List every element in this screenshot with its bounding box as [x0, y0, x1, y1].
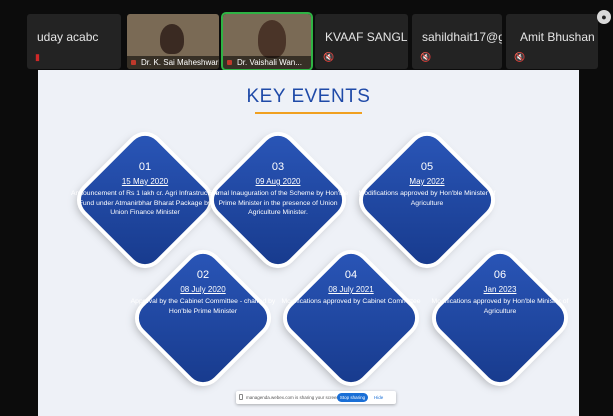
event-date: May 2022: [409, 177, 445, 186]
participant-name: Amit Bhushan: [520, 30, 595, 44]
event-number: 04: [344, 269, 358, 281]
participant-strip: uday acabc ▮ Dr. K. Sai Maheshwari Dr. V…: [0, 0, 613, 71]
muted-mic-icon: [227, 60, 232, 65]
event-05: 05 May 2022 Modifications approved by Ho…: [352, 161, 502, 208]
participant-video-vaishali[interactable]: Dr. Vaishali Wan...: [221, 12, 313, 71]
event-04: 04 08 July 2021 Modifications approved b…: [276, 269, 426, 307]
participant-video-sai-maheshwari[interactable]: Dr. K. Sai Maheshwari: [127, 14, 219, 69]
event-description: Modifications approved by Hon'ble Minist…: [358, 190, 496, 207]
event-06: 06 Jan 2023 Modifications approved by Ho…: [425, 269, 575, 316]
event-description: Approval by the Cabinet Committee - chai…: [130, 298, 276, 315]
event-date: 15 May 2020: [121, 177, 169, 186]
speaker-off-icon: 🔇: [420, 52, 432, 62]
screen-share-icon: [239, 394, 243, 400]
event-date: 08 July 2021: [328, 285, 374, 294]
event-description: Formal Inauguration of the Scheme by Hon…: [207, 190, 349, 216]
event-date: Jan 2023: [483, 285, 517, 294]
participant-tile-kvaaf[interactable]: KVAAF SANGLI ... 🔇: [315, 14, 408, 69]
event-number: 01: [138, 161, 152, 173]
event-03: 03 09 Aug 2020 Formal Inauguration of th…: [203, 161, 353, 218]
muted-mic-icon: ▮: [35, 52, 40, 62]
muted-mic-icon: [131, 60, 136, 65]
screen-sharing-bar: managenda.webex.com is sharing your scre…: [236, 391, 396, 404]
participant-tile-amit[interactable]: Amit Bhushan 🔇: [506, 14, 598, 69]
participants-panel-icon[interactable]: ●: [597, 10, 611, 24]
event-01: 01 15 May 2020 Announcement of Rs 1 lakh…: [70, 161, 220, 218]
event-number: 02: [196, 269, 210, 281]
participant-video-image: [160, 24, 185, 54]
participant-name: Dr. Vaishali Wan...: [237, 58, 302, 67]
participant-tile-sahil[interactable]: sahildhait17@g... 🔇: [412, 14, 502, 69]
event-description: Modifications approved by Hon'ble Minist…: [431, 298, 569, 315]
participant-label: Dr. K. Sai Maheshwari: [127, 56, 219, 69]
shared-screen-slide: KEY EVENTS 01 15 May 2020 Announcement o…: [38, 70, 579, 416]
stop-sharing-button[interactable]: Stop sharing: [337, 393, 368, 402]
participant-name: Dr. K. Sai Maheshwari: [141, 58, 219, 67]
event-number: 05: [420, 161, 434, 173]
participant-name: sahildhait17@g...: [422, 30, 502, 44]
event-description: Modifications approved by Cabinet Commit…: [281, 298, 421, 305]
participant-tile-uday[interactable]: uday acabc ▮: [27, 14, 121, 69]
sharing-status-text: managenda.webex.com is sharing your scre…: [246, 395, 341, 400]
participant-label: Dr. Vaishali Wan...: [223, 56, 311, 69]
event-02: 02 08 July 2020 Approval by the Cabinet …: [128, 269, 278, 316]
event-date: 08 July 2020: [180, 285, 226, 294]
participant-name: KVAAF SANGLI ...: [325, 30, 408, 44]
participant-video-image: [258, 20, 287, 58]
speaker-off-icon: 🔇: [514, 52, 526, 62]
slide-title: KEY EVENTS: [246, 86, 371, 107]
speaker-off-icon: 🔇: [323, 52, 335, 62]
title-underline: [255, 112, 362, 114]
participant-name: uday acabc: [37, 30, 99, 44]
event-date: 09 Aug 2020: [255, 177, 301, 186]
event-description: Announcement of Rs 1 lakh cr. Agri Infra…: [70, 190, 220, 216]
hide-button[interactable]: Hide: [374, 395, 383, 400]
event-number: 03: [271, 161, 285, 173]
event-number: 06: [493, 269, 507, 281]
